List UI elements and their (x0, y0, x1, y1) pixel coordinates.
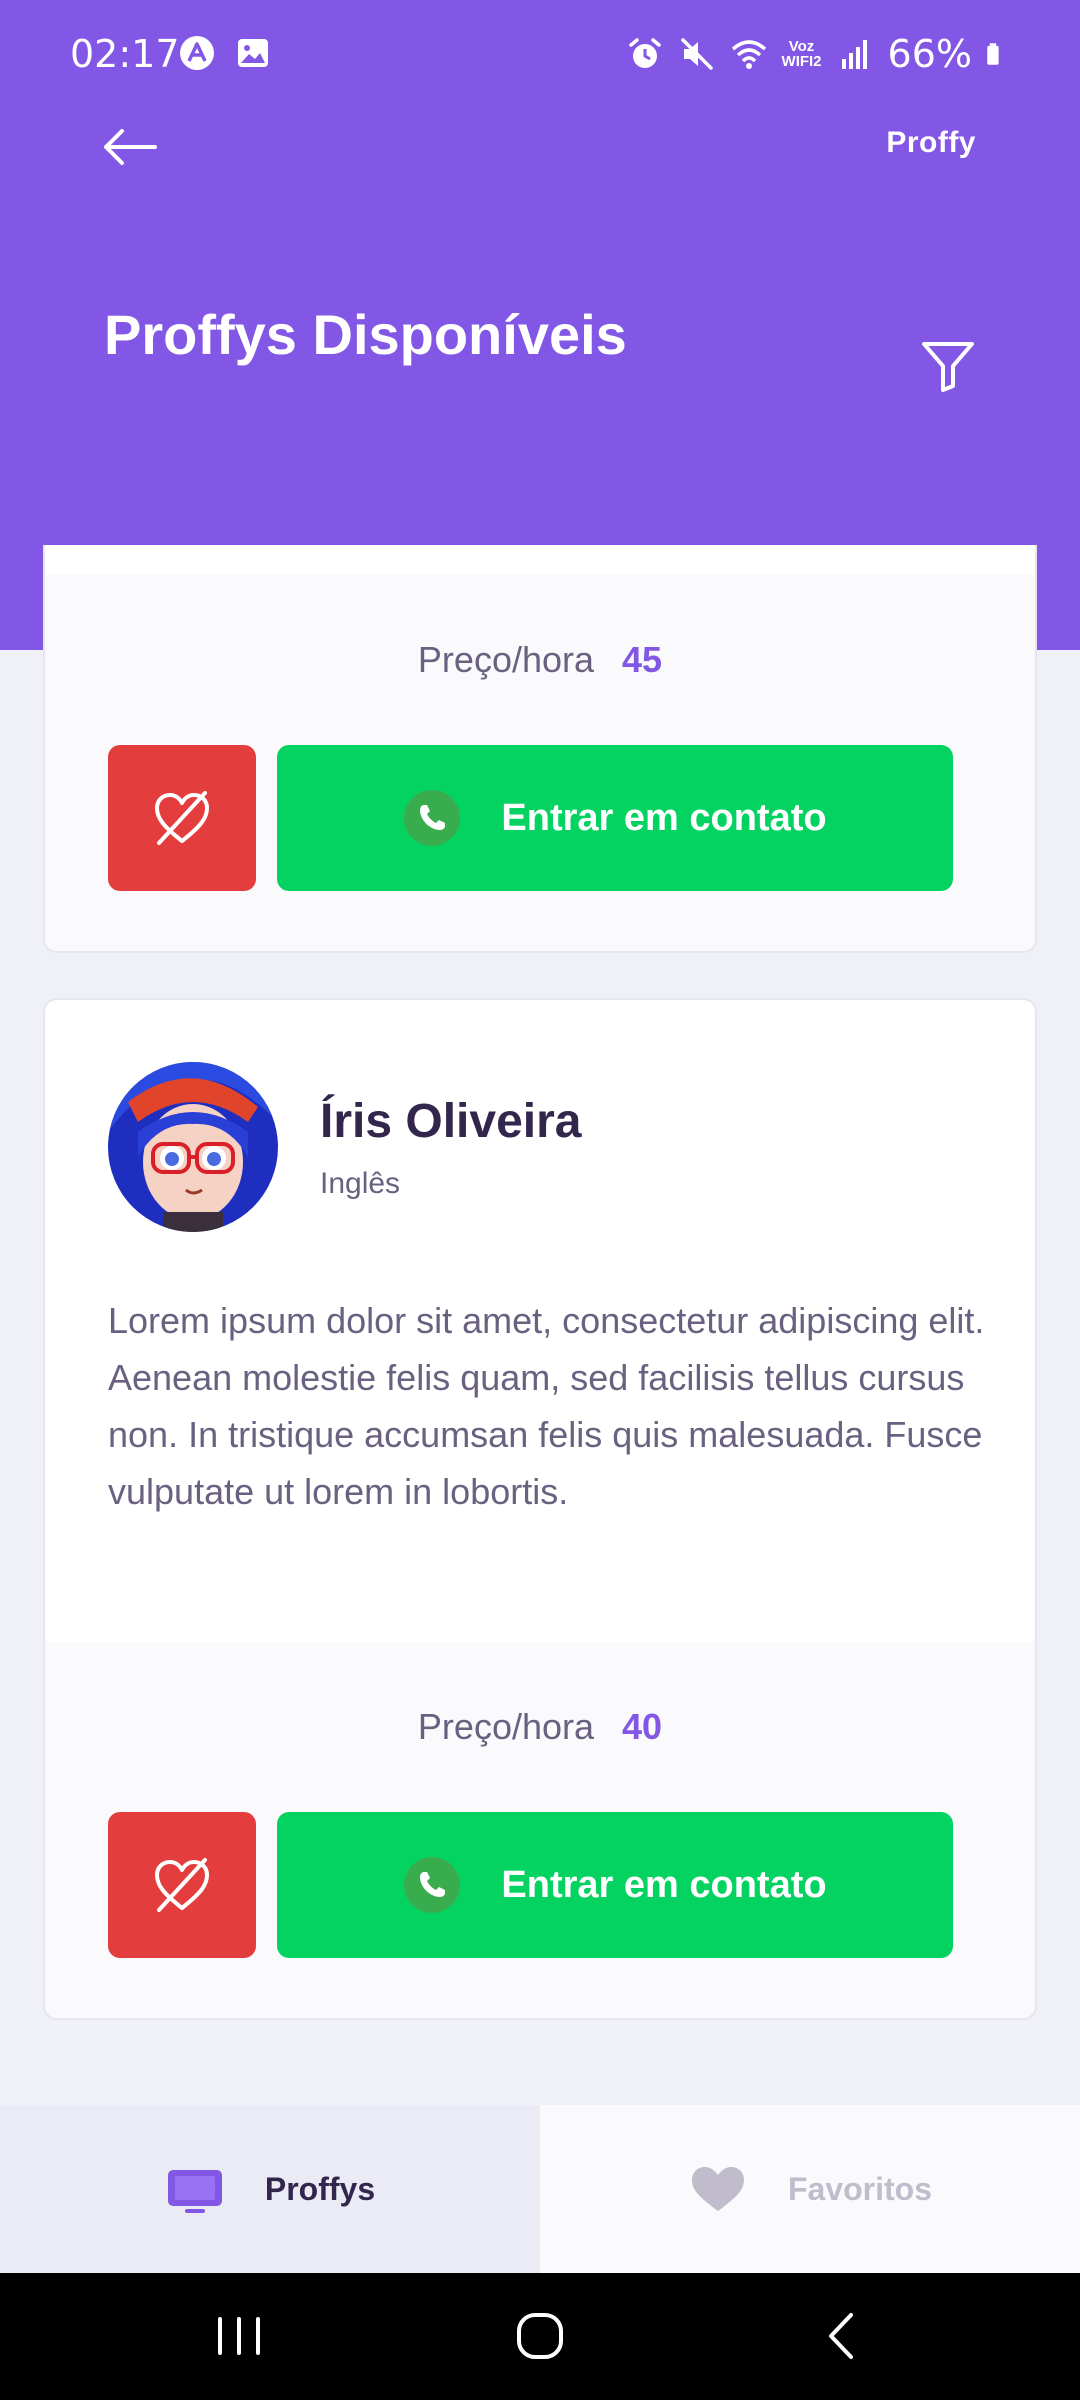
unfavorite-heart-icon (155, 1858, 209, 1912)
system-navigation-bar (0, 2273, 1080, 2400)
status-system-icons: Voz WIFI2 66% (626, 32, 1010, 76)
teacher-card: Íris Oliveira Inglês Lorem ipsum dolor s… (43, 998, 1037, 2020)
bottom-tab-bar: Proffys Favoritos (0, 2105, 1080, 2273)
price-value: 40 (622, 1706, 663, 1747)
status-bar: 02:17 Voz WIFI2 66% (0, 0, 1080, 110)
unfavorite-heart-icon (155, 791, 209, 845)
contact-button[interactable]: Entrar em contato (277, 1812, 953, 1958)
heart-icon (691, 2167, 744, 2211)
avatar-image (108, 1062, 278, 1232)
filter-icon[interactable] (920, 338, 976, 394)
avatar (108, 1062, 278, 1232)
price-row: Preço/hora 45 (45, 639, 1035, 681)
whatsapp-icon (404, 790, 461, 846)
teacher-bio: Lorem ipsum dolor sit amet, consectetur … (108, 1300, 985, 1512)
status-time: 02:17 (70, 32, 180, 76)
price-row: Preço/hora 40 (45, 1706, 1035, 1748)
teacher-profile: Íris Oliveira Inglês (108, 1062, 582, 1232)
status-notification-icons (178, 34, 272, 72)
whatsapp-icon (404, 1857, 461, 1913)
recents-icon[interactable] (204, 2301, 274, 2371)
app-notification-icon (180, 36, 214, 70)
alarm-icon (628, 38, 661, 68)
profile-text: Íris Oliveira Inglês (320, 1094, 582, 1201)
contact-button-label: Entrar em contato (501, 796, 827, 839)
tab-label: Proffys (264, 2170, 376, 2207)
battery-icon (987, 43, 999, 65)
tv-icon (167, 2170, 222, 2213)
card-footer: Preço/hora 45 Entrar em contato (45, 575, 1035, 951)
vowifi-indicator: Voz WIFI2 (782, 39, 822, 69)
price-label: Preço/hora (417, 639, 595, 680)
contact-button[interactable]: Entrar em contato (277, 745, 953, 891)
wifi-icon (731, 40, 766, 69)
teacher-card: Preço/hora 45 Entrar em contato (43, 545, 1037, 953)
home-icon[interactable] (505, 2301, 575, 2371)
unfavorite-button[interactable] (108, 745, 256, 891)
price-label: Preço/hora (417, 1706, 595, 1747)
price-value: 45 (622, 639, 663, 680)
vowifi-line2: WIFI2 (781, 53, 822, 70)
battery-percentage: 66% (887, 32, 972, 76)
teacher-name: Íris Oliveira (320, 1094, 582, 1148)
tab-favoritos[interactable]: Favoritos (540, 2105, 1080, 2273)
gallery-notification-icon (238, 39, 268, 67)
vowifi-line1: Voz (788, 38, 815, 55)
page-title: Proffys Disponíveis (104, 303, 627, 366)
tab-label: Favoritos (787, 2170, 933, 2207)
teacher-subject: Inglês (320, 1166, 401, 1200)
system-back-icon[interactable] (807, 2301, 877, 2371)
card-footer: Preço/hora 40 Entrar em contato (45, 1642, 1035, 2018)
back-arrow-icon[interactable] (100, 122, 160, 172)
contact-button-label: Entrar em contato (501, 1863, 827, 1906)
mute-icon (680, 38, 713, 70)
signal-icon (841, 40, 867, 69)
tab-proffys[interactable]: Proffys (0, 2105, 540, 2273)
unfavorite-button[interactable] (108, 1812, 256, 1958)
brand-logo: Proffy (886, 126, 976, 159)
